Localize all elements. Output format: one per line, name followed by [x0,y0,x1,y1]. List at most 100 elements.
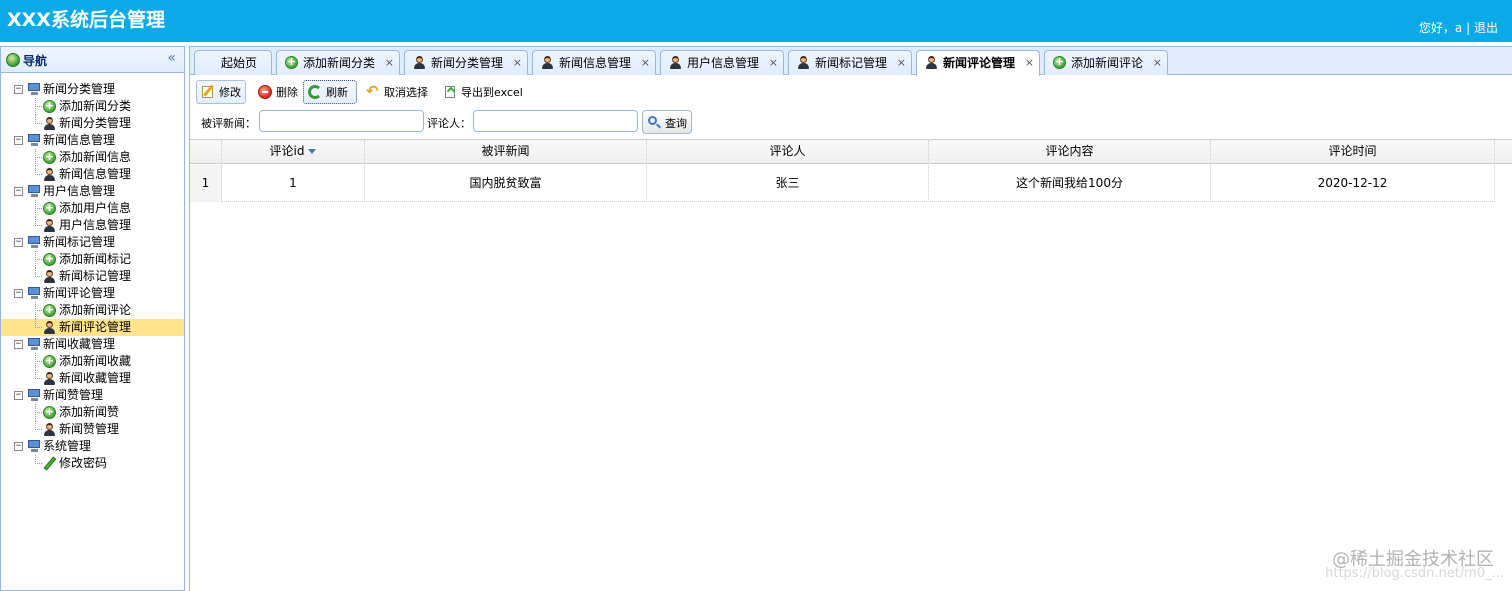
tree-group-label: 新闻标记管理 [43,235,116,249]
computer-icon [27,389,41,401]
tab-page[interactable]: 用户信息管理 × [660,50,784,75]
logout-link[interactable]: 退出 [1474,21,1498,35]
nav-panel: 导航 « − 新闻分类管理 + 添加新闻分类 新闻分类管理 − 新闻信息管理 + 添加新闻信息新… [0,46,185,591]
tree-item[interactable]: 新闻评论管理 [1,319,184,336]
collapse-toggle-icon[interactable]: − [14,238,23,247]
tree-item[interactable]: 新闻标记管理 [1,268,184,285]
computer-icon [27,440,41,452]
tree-item[interactable]: 新闻收藏管理 [1,370,184,387]
query-button[interactable]: 查询 [642,110,692,134]
separator: | [1466,21,1471,35]
collapse-toggle-icon[interactable]: − [14,136,23,145]
tree-item[interactable]: 新闻分类管理 [1,115,184,132]
collapse-icon[interactable]: « [167,50,176,66]
news-filter-label: 被评新闻： [201,117,256,130]
tree-item[interactable]: 新闻信息管理 [1,166,184,183]
user-icon [413,56,426,69]
refresh-icon [308,85,322,99]
tree-item-label: 新闻收藏管理 [59,371,132,385]
tab-home[interactable]: 起始页 [194,50,272,75]
search-bar: 被评新闻： 评论人： 查询 [190,108,1490,136]
tab-page[interactable]: + 添加新闻分类 × [276,50,400,75]
close-icon[interactable]: × [769,51,778,75]
add-icon: + [43,99,56,113]
tab-page[interactable]: + 添加新闻评论 × [1044,50,1168,75]
undo-icon: ↶ [366,82,379,100]
pencil-icon [43,456,57,471]
computer-icon [27,185,41,197]
tree-item-label: 新闻标记管理 [59,269,132,283]
tree-item-label: 新闻分类管理 [59,116,132,130]
add-icon: + [285,55,298,69]
tree-item[interactable]: + 添加新闻信息 [1,149,184,166]
close-icon[interactable]: × [385,51,394,75]
close-icon[interactable]: × [897,51,906,75]
collapse-toggle-icon[interactable]: − [14,187,23,196]
tab-label: 用户信息管理 [687,56,760,70]
tab-page[interactable]: 新闻信息管理 × [532,50,656,75]
tree-item[interactable]: 新闻赞管理 [1,421,184,438]
column-header[interactable]: 评论时间 [1211,140,1495,164]
collapse-toggle-icon[interactable]: − [14,442,23,451]
tree-item[interactable]: + 添加新闻标记 [1,251,184,268]
tree-item[interactable]: + 添加新闻评论 [1,302,184,319]
close-icon[interactable]: × [513,51,522,75]
tree-group[interactable]: − 新闻分类管理 [1,81,184,98]
toolbar: 修改 删除 刷新 ↶ 取消选择 导出到excel [193,78,1493,106]
tree-item[interactable]: + 添加新闻收藏 [1,353,184,370]
tree-item-label: 用户信息管理 [59,218,132,232]
tree-item[interactable]: 修改密码 [1,455,184,472]
export-excel-button[interactable]: 导出到excel [438,80,528,104]
tree-group-label: 用户信息管理 [43,184,116,198]
tree-group[interactable]: − 用户信息管理 [1,183,184,200]
collapse-toggle-icon[interactable]: − [14,391,23,400]
refresh-button-label: 刷新 [326,86,348,99]
tree-group[interactable]: − 新闻评论管理 [1,285,184,302]
tree-group[interactable]: − 新闻标记管理 [1,234,184,251]
nav-title: 导航 [23,54,48,68]
tree-item[interactable]: 用户信息管理 [1,217,184,234]
tab-bar: 起始页 + 添加新闻分类 × 新闻分类管理 × 新闻信息管理 × 用户信息管理 × 新闻标记管理 × 新… [190,47,1512,76]
user-icon [43,168,56,181]
tree-item[interactable]: + 添加新闻分类 [1,98,184,115]
news-filter-input[interactable] [259,110,424,132]
tree-item[interactable]: + 添加新闻赞 [1,404,184,421]
user-icon [541,56,554,69]
column-header[interactable]: 评论人 [647,140,929,164]
edit-button[interactable]: 修改 [196,80,246,104]
tab-page[interactable]: 新闻分类管理 × [404,50,528,75]
tab-label: 新闻标记管理 [815,56,888,70]
column-header[interactable]: 评论id [222,140,365,164]
tab-page[interactable]: 新闻评论管理 × [916,50,1040,76]
tree-group[interactable]: − 新闻赞管理 [1,387,184,404]
unselect-button[interactable]: ↶ 取消选择 [361,80,433,104]
collapse-toggle-icon[interactable]: − [14,289,23,298]
tree-item-label: 添加用户信息 [59,201,132,215]
refresh-button[interactable]: 刷新 [303,80,357,104]
close-icon[interactable]: × [1025,51,1034,75]
tree-item-label: 新闻赞管理 [59,422,120,436]
tab-label: 起始页 [221,56,258,70]
tree-item[interactable]: + 添加用户信息 [1,200,184,217]
delete-button[interactable]: 删除 [253,80,299,104]
tree-group[interactable]: − 新闻信息管理 [1,132,184,149]
tree-item-label: 修改密码 [59,456,108,470]
computer-icon [27,83,41,95]
commenter-filter-input[interactable] [473,110,638,132]
user-info: 您好，a | 退出 [1419,19,1498,36]
add-icon: + [43,252,56,266]
column-header[interactable]: 被评新闻 [365,140,647,164]
query-button-label: 查询 [665,117,687,130]
close-icon[interactable]: × [641,51,650,75]
collapse-toggle-icon[interactable]: − [14,340,23,349]
close-icon[interactable]: × [1153,51,1162,75]
tab-page[interactable]: 新闻标记管理 × [788,50,912,75]
row-number: 1 [190,165,222,202]
collapse-toggle-icon[interactable]: − [14,85,23,94]
export-icon [443,85,457,99]
column-header[interactable]: 评论内容 [929,140,1211,164]
table-row[interactable]: 1 1 国内脱贫致富 张三 这个新闻我给100分 2020-12-12 [190,165,1495,202]
tree-group[interactable]: − 系统管理 [1,438,184,455]
unselect-button-label: 取消选择 [384,86,428,99]
tree-group[interactable]: − 新闻收藏管理 [1,336,184,353]
